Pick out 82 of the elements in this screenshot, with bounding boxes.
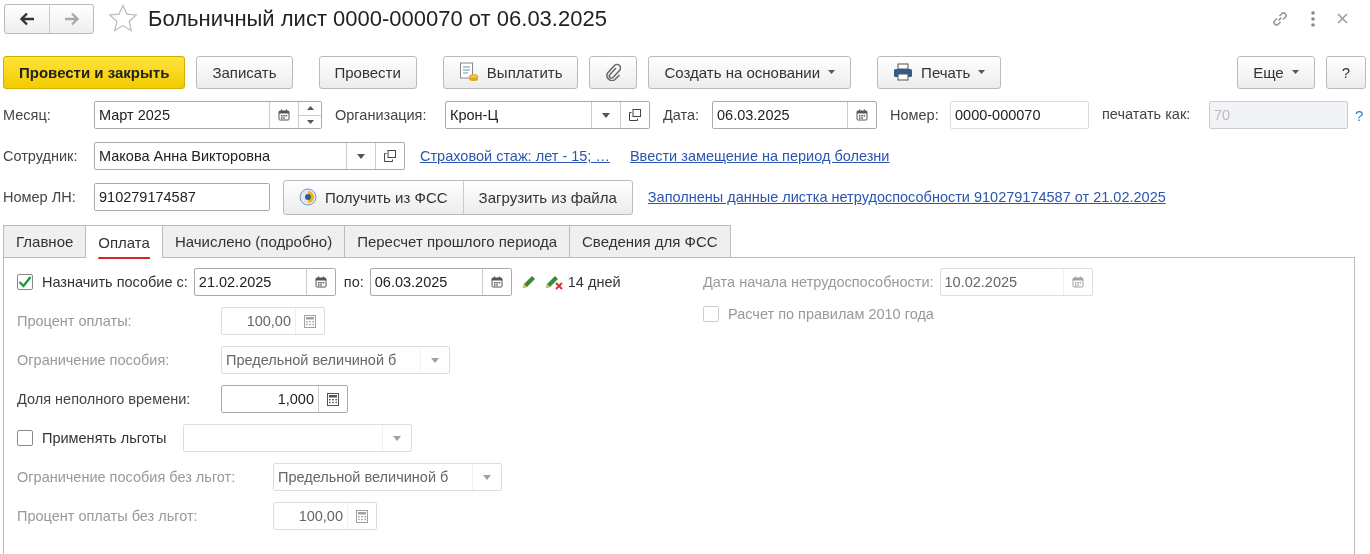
more-icon[interactable] [1311,10,1315,27]
input-field[interactable]: 21.02.2025 [193,268,336,296]
calculator-icon [304,314,316,328]
field-label: Номер ЛН: [3,189,77,205]
input-field[interactable]: 06.03.2025 [712,101,877,129]
tab[interactable]: Главное [3,225,87,257]
input-field[interactable]: Март 2025 [94,101,322,129]
document-coins-icon [458,62,479,82]
field-label: Процент оплаты без льгот: [17,508,199,524]
field-label: Процент оплаты: [17,313,133,329]
field-label: Ограничение пособия: [17,352,171,368]
input-field[interactable]: Крон-Ц [445,101,650,129]
post-close-button[interactable]: Провести и закрыть [3,55,186,89]
field-label: Ограничение пособия без льгот: [17,469,237,485]
caret-icon [1291,70,1299,74]
calendar-icon [1071,276,1084,288]
menu-button[interactable]: Еще [1237,55,1315,89]
toolbar-button[interactable]: ? [1325,55,1366,89]
link[interactable]: Страховой стаж: лет - 15; … [420,148,610,164]
menu-button[interactable]: Создать на основании [648,55,852,89]
tab[interactable]: Оплата [85,225,163,258]
calendar-icon [314,276,327,288]
field-label: печатать как: [1102,107,1192,123]
calendar-icon [856,109,868,121]
link[interactable]: Заполнены данные листка нетрудоспособности 910279174587 от 21.02.2025 [647,189,1166,205]
load-file-button[interactable]: Загрузить из файла [462,180,632,214]
link[interactable]: Ввести замещение на период болезни [629,148,890,164]
caret-down-icon [306,119,314,124]
windows-icon [629,109,641,121]
pencil-cross-icon[interactable] [543,273,564,291]
checkbox-label: Применять льготы [42,430,167,446]
star-icon[interactable] [108,4,138,33]
caret-icon [602,112,610,118]
caret-icon [828,70,836,74]
arrow-icon [63,11,80,26]
field-label: Доля неполного времени: [17,391,192,407]
attach-button[interactable] [589,55,638,89]
link-icon[interactable] [1271,9,1289,28]
field-label: Сотрудник: [3,148,79,164]
field-label: Организация: [335,107,428,123]
calculator-icon [327,392,339,406]
input-field[interactable]: 1,000 [221,385,348,413]
spin-button[interactable] [298,102,321,128]
tab[interactable]: Пересчет прошлого периода [344,225,571,257]
paperclip-icon [605,63,622,81]
print-button[interactable]: Печать [877,55,1002,89]
caret-icon [978,70,986,74]
caret-icon [431,357,439,363]
pay-button[interactable]: Выплатить [442,55,579,89]
checkbox[interactable] [17,430,33,446]
calculator-icon [356,509,368,523]
field-label: Дата начала нетрудоспособности: [703,274,934,290]
toolbar-button[interactable]: Провести [318,55,417,89]
window-title: Больничный лист 0000-000070 от 06.03.2025 [148,5,608,32]
calendar-icon [490,276,503,288]
tab[interactable]: Начислено (подробно) [161,225,346,257]
calendar-icon [278,109,290,121]
toolbar-button[interactable]: Записать [196,55,293,89]
input-field[interactable] [182,424,412,452]
tab[interactable]: Сведения для ФСС [569,225,731,257]
checkbox[interactable] [17,274,33,290]
checkbox-label: Расчет по правилам 2010 года [728,306,934,322]
input-field[interactable]: 0000-000070 [950,101,1089,129]
emblem-icon [299,188,317,206]
printer-icon [893,63,914,81]
field-label: Номер: [890,107,940,123]
caret-up-icon [306,106,314,111]
fss-button[interactable]: Получить из ФСС [284,180,463,214]
field-label: Дата: [663,107,701,123]
input-field[interactable]: 910279174587 [94,183,270,211]
windows-icon [384,150,396,162]
days-count: 14 дней [567,274,621,290]
field-label: Месяц: [3,107,52,123]
caret-icon [483,474,491,480]
close-icon[interactable] [1337,13,1348,24]
caret-icon [392,435,401,441]
arrow-icon [19,11,35,26]
caret-icon [357,153,365,159]
field-label: по: [343,274,364,290]
input-field[interactable]: Макова Анна Викторовна [94,142,405,170]
checkbox-label: Назначить пособие с: [42,274,188,290]
input-field[interactable]: 06.03.2025 [369,268,512,296]
